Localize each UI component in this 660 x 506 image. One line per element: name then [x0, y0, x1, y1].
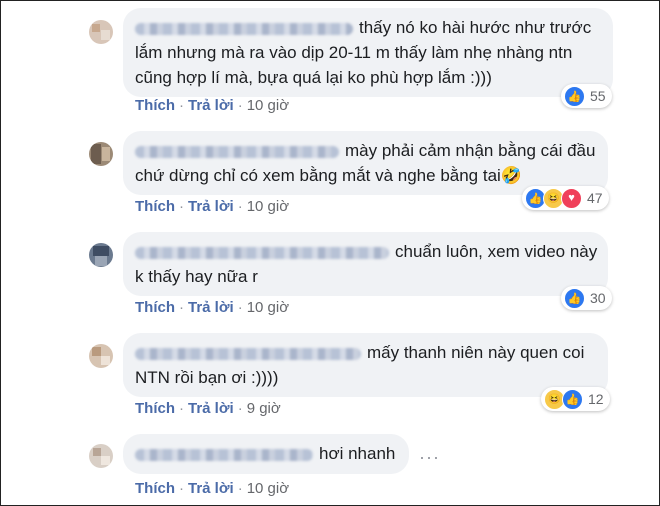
- comment-actions: Thích · Trả lời · 10 giờ: [135, 97, 289, 114]
- reaction-count: 55: [590, 88, 606, 104]
- comment-text-line: NTN rồi bạn ơi :)))): [135, 368, 279, 387]
- redacted-name: [135, 246, 389, 259]
- timestamp[interactable]: 10 giờ: [247, 97, 289, 114]
- comment-text-line: thấy nó ko hài hước như trước: [359, 18, 592, 37]
- comment-actions: Thích · Trả lời · 10 giờ: [135, 198, 289, 215]
- like-link[interactable]: Thích: [135, 198, 175, 215]
- like-icon: 👍: [562, 388, 583, 410]
- comment-text-line: mày phải cảm nhận bằng cái đầu: [345, 141, 596, 160]
- reply-link[interactable]: Trả lời: [188, 480, 234, 497]
- reaction-summary[interactable]: 👍 30: [561, 286, 612, 310]
- separator-dot: ·: [179, 480, 184, 497]
- timestamp[interactable]: 9 giờ: [247, 400, 281, 417]
- comment-text-line: chứ dừng chỉ có xem bằng mắt và nghe bằn…: [135, 166, 522, 185]
- timestamp[interactable]: 10 giờ: [247, 480, 289, 497]
- comment-bubble: mấy thanh niên này quen coi NTN rồi bạn …: [123, 333, 608, 397]
- avatar[interactable]: [89, 20, 113, 44]
- comment-actions: Thích · Trả lời · 9 giờ: [135, 400, 281, 417]
- reaction-count: 12: [588, 391, 604, 407]
- comment-text-line: lắm nhưng mà ra vào dịp 20-11 m thấy làm…: [135, 43, 573, 62]
- reply-link[interactable]: Trả lời: [188, 400, 234, 417]
- avatar[interactable]: [89, 444, 113, 468]
- like-link[interactable]: Thích: [135, 480, 175, 497]
- reaction-summary[interactable]: 👍 😆 ♥ 47: [522, 186, 609, 210]
- redacted-name: [135, 347, 361, 360]
- like-link[interactable]: Thích: [135, 400, 175, 417]
- reply-link[interactable]: Trả lời: [188, 97, 234, 114]
- timestamp[interactable]: 10 giờ: [247, 299, 289, 316]
- comment-text-line: mấy thanh niên này quen coi: [367, 343, 585, 362]
- like-link[interactable]: Thích: [135, 299, 175, 316]
- timestamp[interactable]: 10 giờ: [247, 198, 289, 215]
- separator-dot: ·: [237, 400, 243, 417]
- separator-dot: ·: [179, 97, 184, 114]
- separator-dot: ·: [237, 97, 243, 114]
- reply-link[interactable]: Trả lời: [188, 198, 234, 215]
- more-options-icon[interactable]: ···: [419, 447, 440, 468]
- avatar[interactable]: [89, 142, 113, 166]
- like-link[interactable]: Thích: [135, 97, 175, 114]
- separator-dot: ·: [237, 480, 243, 497]
- reply-link[interactable]: Trả lời: [188, 299, 234, 316]
- comment-text-line: chuẩn luôn, xem video này: [395, 242, 598, 261]
- redacted-name: [135, 22, 353, 35]
- comment-bubble: thấy nó ko hài hước như trước lắm nhưng …: [123, 8, 613, 97]
- reaction-summary[interactable]: 😆 👍 12: [541, 387, 610, 411]
- comment-text-line: hơi nhanh: [319, 444, 396, 463]
- separator-dot: ·: [179, 198, 184, 215]
- separator-dot: ·: [237, 198, 243, 215]
- comment-actions: Thích · Trả lời · 10 giờ: [135, 480, 289, 497]
- redacted-name: [135, 145, 339, 158]
- comment-text-line: k thấy hay nữa r: [135, 267, 258, 286]
- like-icon: 👍: [564, 287, 585, 309]
- reaction-summary[interactable]: 👍 55: [561, 84, 612, 108]
- comment-bubble: hơi nhanh: [123, 434, 409, 474]
- separator-dot: ·: [179, 299, 184, 316]
- separator-dot: ·: [237, 299, 243, 316]
- comment-text-line: cũng hợp lí mà, bựa quá lại ko phù hợp l…: [135, 68, 492, 87]
- reaction-count: 47: [587, 190, 603, 206]
- like-icon: 👍: [564, 85, 585, 107]
- love-icon: ♥: [561, 187, 582, 209]
- reaction-count: 30: [590, 290, 606, 306]
- avatar[interactable]: [89, 344, 113, 368]
- redacted-name: [135, 448, 313, 461]
- comment-actions: Thích · Trả lời · 10 giờ: [135, 299, 289, 316]
- comment-bubble: chuẩn luôn, xem video này k thấy hay nữa…: [123, 232, 608, 296]
- separator-dot: ·: [179, 400, 184, 417]
- avatar[interactable]: [89, 243, 113, 267]
